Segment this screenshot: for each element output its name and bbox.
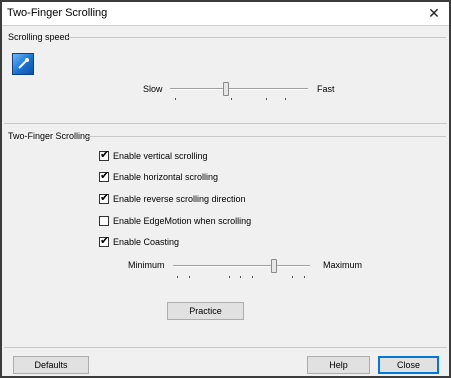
maximum-label: Maximum (323, 260, 363, 270)
checkbox[interactable]: ✔ (99, 170, 110, 182)
checkbox[interactable]: ✔ (99, 192, 110, 204)
close-window-icon[interactable]: ✕ (425, 4, 443, 22)
option-label: Enable reverse scrolling direction (113, 194, 246, 204)
slider-tick (175, 98, 176, 100)
slow-label: Slow (143, 84, 163, 94)
checkbox[interactable]: ✔ (99, 235, 110, 247)
help-button[interactable]: Help (307, 356, 370, 374)
checkbox[interactable] (99, 216, 109, 226)
two-finger-scrolling-group-label: Two-Finger Scrolling (8, 131, 94, 141)
checkmark-icon: ✔ (100, 235, 110, 247)
coasting-speed-slider[interactable] (173, 259, 310, 273)
two-finger-scroll-icon (12, 53, 34, 75)
slider-tick (189, 276, 190, 278)
slider-tick (266, 98, 267, 100)
slider-tick (285, 98, 286, 100)
slider-tick (177, 276, 178, 278)
slider-track (173, 265, 310, 267)
scrolling-speed-slider[interactable] (170, 82, 308, 96)
scrolling-speed-group-label: Scrolling speed (8, 32, 73, 42)
option-label: Enable Coasting (113, 237, 180, 247)
slider-tick (240, 276, 241, 278)
section-separator (4, 123, 447, 124)
defaults-button[interactable]: Defaults (13, 356, 89, 374)
checkmark-icon: ✔ (100, 149, 110, 161)
slider-tick (292, 276, 293, 278)
slider-tick (231, 98, 232, 100)
checkmark-icon: ✔ (100, 192, 110, 204)
slider-tick (252, 276, 253, 278)
close-button[interactable]: Close (378, 356, 439, 374)
option-label: Enable EdgeMotion when scrolling (113, 216, 252, 226)
dialog-window: Two-Finger Scrolling ✕ Scrolling speed S… (0, 0, 451, 378)
window-title: Two-Finger Scrolling (7, 7, 108, 19)
group-divider (86, 136, 446, 137)
slider-tick (229, 276, 230, 278)
option-label: Enable vertical scrolling (113, 151, 208, 161)
practice-button[interactable]: Practice (167, 302, 244, 320)
fast-label: Fast (317, 84, 335, 94)
minimum-label: Minimum (128, 260, 165, 270)
slider-track (170, 88, 308, 90)
option-label: Enable horizontal scrolling (113, 172, 219, 182)
slider-thumb[interactable] (271, 259, 277, 273)
checkmark-icon: ✔ (100, 170, 110, 182)
group-divider (68, 37, 446, 38)
checkbox[interactable]: ✔ (99, 149, 110, 161)
footer-separator (4, 347, 447, 348)
title-bar[interactable]: Two-Finger Scrolling ✕ (2, 2, 449, 26)
slider-tick (304, 276, 305, 278)
slider-thumb[interactable] (223, 82, 229, 96)
